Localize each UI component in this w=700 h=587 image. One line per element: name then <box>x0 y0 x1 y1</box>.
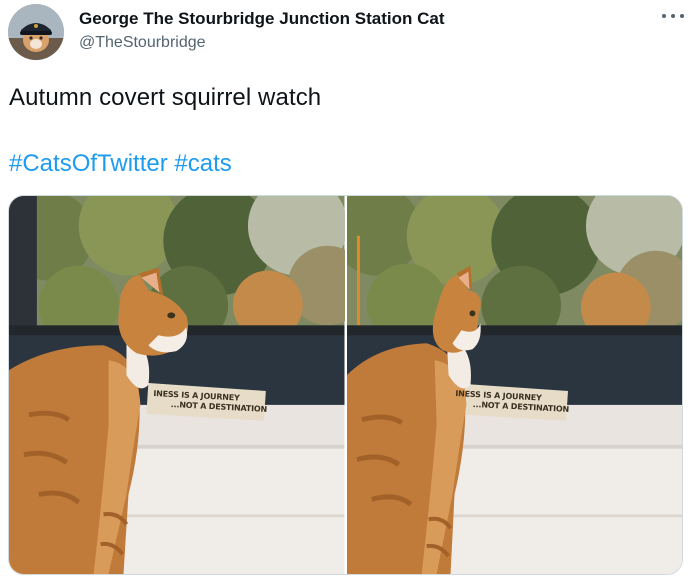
cat-window-photo <box>9 196 345 574</box>
author-display-name[interactable]: George The Stourbridge Junction Station … <box>79 9 445 29</box>
more-dot <box>671 14 675 18</box>
avatar[interactable] <box>8 4 64 60</box>
author-handle[interactable]: @TheStourbridge <box>79 34 206 52</box>
hashtags: #CatsOfTwitter #cats <box>9 150 232 178</box>
more-horizontal-icon[interactable] <box>662 10 684 22</box>
more-dot <box>680 14 684 18</box>
cat-window-photo <box>346 196 682 574</box>
more-dot <box>662 14 666 18</box>
tweet-media: INESS IS A JOURNEY ...NOT A DESTINATION <box>8 195 683 575</box>
hashtag-link[interactable]: #cats <box>174 150 231 177</box>
media-photo-1[interactable]: INESS IS A JOURNEY ...NOT A DESTINATION <box>9 196 345 574</box>
tweet-text: Autumn covert squirrel watch <box>9 84 322 111</box>
media-photo-2[interactable]: INESS IS A JOURNEY ...NOT A DESTINATION <box>346 196 682 574</box>
hashtag-link[interactable]: #CatsOfTwitter <box>9 150 168 177</box>
cat-in-cap-icon <box>8 4 64 60</box>
